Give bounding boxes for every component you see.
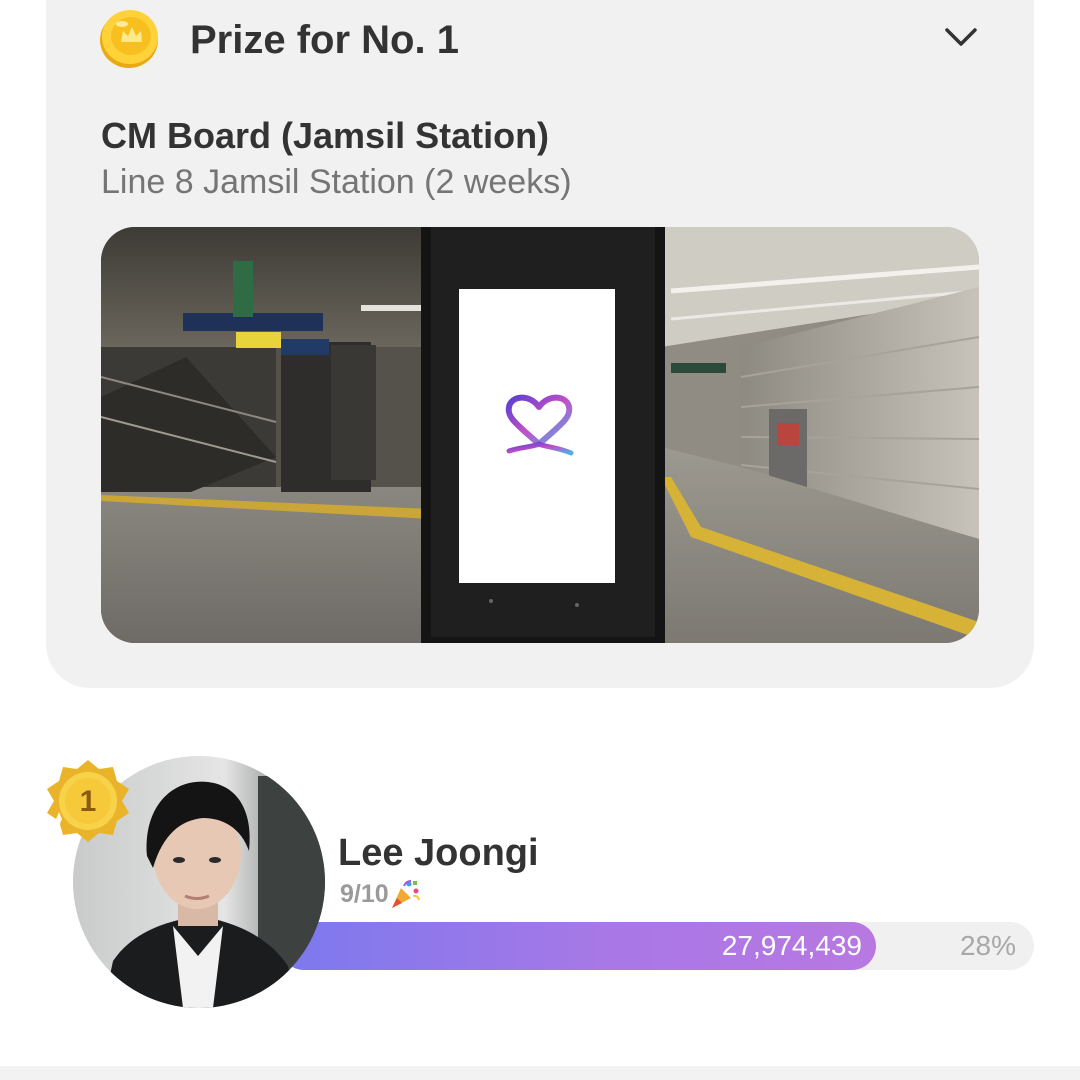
prize-header[interactable]: Prize for No. 1 bbox=[98, 6, 998, 70]
prize-item-subtitle: Line 8 Jamsil Station (2 weeks) bbox=[101, 163, 572, 201]
vote-progress-bar: 27,974,439 28% bbox=[280, 922, 1034, 970]
rank-1-medal-icon: 1 bbox=[47, 760, 129, 842]
section-divider bbox=[0, 1066, 1080, 1080]
chevron-down-icon[interactable] bbox=[944, 26, 978, 48]
vote-percent: 28% bbox=[959, 930, 1016, 961]
vote-progress-fill: 27,974,439 bbox=[280, 922, 876, 970]
prize-photo bbox=[101, 227, 979, 643]
prize-title: Prize for No. 1 bbox=[190, 18, 459, 62]
vote-page: Prize for No. 1 CM Board (Jamsil Station… bbox=[0, 0, 1080, 1080]
rank-date: 9/10 bbox=[340, 880, 389, 908]
prize-item-title: CM Board (Jamsil Station) bbox=[101, 115, 550, 156]
artist-name[interactable]: Lee Joongi bbox=[338, 830, 539, 876]
rank-number: 1 bbox=[80, 785, 97, 818]
coin-icon bbox=[100, 10, 158, 68]
vote-count: 27,974,439 bbox=[721, 930, 862, 961]
rank-date-line: 9/10 bbox=[340, 877, 421, 911]
party-popper-icon bbox=[391, 880, 420, 908]
